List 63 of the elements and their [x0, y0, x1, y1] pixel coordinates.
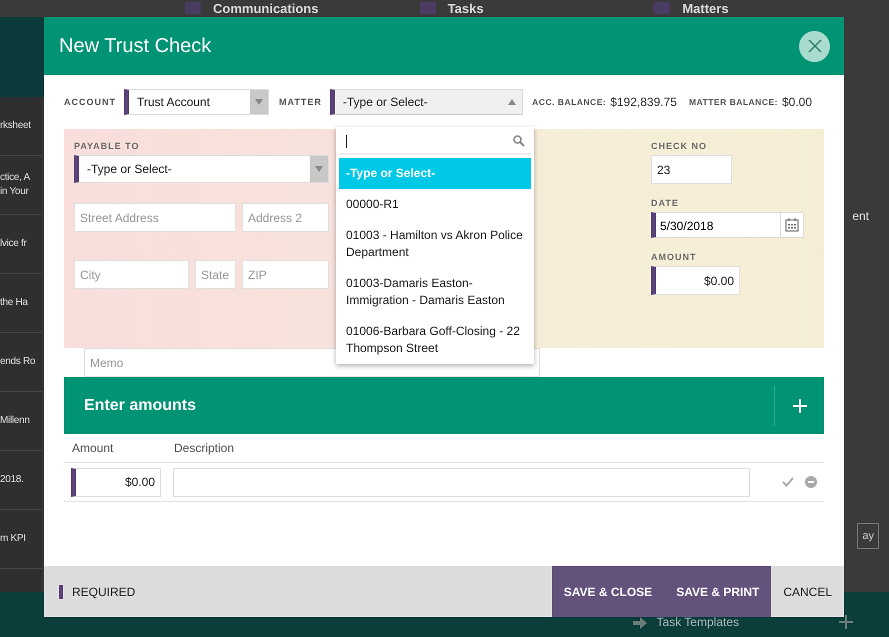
list-item-text: ent: [852, 209, 870, 223]
search-icon: [513, 135, 525, 147]
account-select[interactable]: Trust Account: [124, 89, 270, 115]
zip-field[interactable]: ZIP: [242, 260, 329, 289]
field-label: PAYABLE TO: [74, 141, 141, 151]
dialog-title: New Trust Check: [59, 34, 212, 58]
list-item-text: lvice fr: [0, 215, 42, 274]
footer-button[interactable]: CANCEL: [771, 566, 844, 617]
arrow-icon: [632, 617, 647, 629]
checkmark-icon[interactable]: [782, 477, 794, 487]
balance-label: MATTER BALANCE:: [688, 97, 778, 107]
list-item-text: Millenn: [0, 392, 42, 451]
footer-button[interactable]: SAVE & CLOSE: [552, 566, 664, 617]
field-label: MATTER: [279, 97, 322, 107]
column-header: Description: [174, 441, 234, 455]
nav-icon[interactable]: [420, 2, 436, 14]
section-title: Enter amounts: [84, 396, 196, 414]
nav-link[interactable]: Matters: [682, 2, 729, 16]
footer-button[interactable]: SAVE & PRINT: [664, 566, 772, 617]
date-field[interactable]: 5/30/2018: [651, 212, 804, 238]
required-marker: [59, 584, 63, 598]
field-label: AMOUNT: [651, 252, 696, 262]
field-label: CHECK NO: [651, 141, 708, 151]
balance-value: $192,839.75: [610, 95, 677, 109]
balance-value: $0.00: [782, 95, 812, 109]
task-templates-link[interactable]: Task Templates: [656, 615, 739, 629]
matter-select[interactable]: -Type or Select-: [330, 89, 524, 115]
plus-icon[interactable]: [839, 615, 853, 629]
state-field[interactable]: State: [195, 260, 236, 289]
list-item-text: ctice, A in Your: [0, 156, 42, 215]
street-address-field[interactable]: Street Address: [74, 203, 236, 232]
plus-icon: [792, 398, 806, 412]
calendar-icon[interactable]: [785, 218, 799, 232]
description-field[interactable]: [173, 468, 750, 496]
caret-icon: [315, 166, 323, 172]
caret-icon: [508, 99, 516, 105]
remove-icon[interactable]: [805, 476, 817, 488]
list-item-text: ends Ro: [0, 333, 42, 392]
city-field[interactable]: City: [74, 260, 189, 289]
nav-icon[interactable]: [654, 2, 670, 14]
close-icon: [808, 39, 822, 53]
amount-field[interactable]: $0.00: [651, 266, 740, 295]
address-2-field[interactable]: Address 2: [242, 203, 329, 232]
caret-icon: [255, 99, 264, 105]
nav-link[interactable]: Tasks: [448, 2, 484, 16]
check-number-field[interactable]: 23: [651, 155, 732, 184]
background-button[interactable]: ay: [857, 523, 879, 549]
balance-label: ACC. BALANCE:: [532, 97, 606, 107]
field-label: DATE: [651, 198, 679, 208]
dropdown-option[interactable]: 01003-Damaris Easton-Immigration - Damaris Easton: [339, 268, 531, 316]
amount-field[interactable]: $0.00: [71, 468, 161, 496]
legend-text: REQUIRED: [72, 584, 136, 598]
field-label: ACCOUNT: [64, 97, 116, 107]
column-header: Amount: [71, 441, 114, 455]
payee-select[interactable]: -Type or Select-: [74, 155, 329, 183]
list-item-text: m KPI: [0, 510, 42, 569]
list-item-text: 2018.: [0, 451, 42, 510]
list-item-text: the Ha: [0, 274, 42, 333]
close-button[interactable]: [799, 30, 830, 62]
nav-link[interactable]: Communications: [213, 2, 318, 16]
list-item-text: rksheet: [0, 97, 42, 156]
dropdown-option[interactable]: 01003 - Hamilton vs Akron Police Department: [339, 220, 531, 268]
dropdown-option[interactable]: 00000-R1: [339, 189, 531, 220]
